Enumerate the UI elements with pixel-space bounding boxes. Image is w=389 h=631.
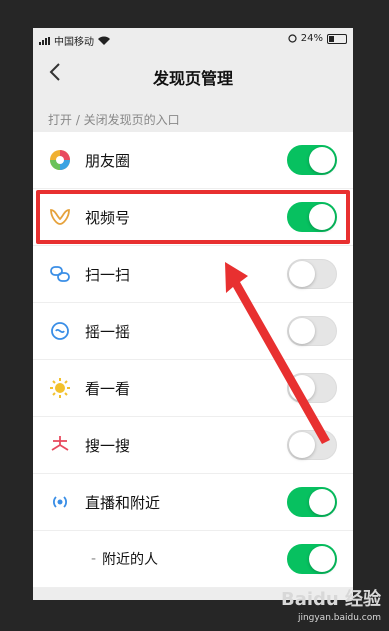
list-item-label: 附近的人: [102, 552, 159, 568]
list-item-scan[interactable]: 扫一扫: [33, 246, 353, 303]
list-item-label: 扫一扫: [85, 265, 131, 284]
list-item-moments[interactable]: 朋友圈: [33, 132, 353, 189]
list-item-live-nearby[interactable]: 直播和附近: [33, 474, 353, 531]
watermark-logo: Baidu 经验: [280, 589, 381, 610]
watermark-url: jingyan.baidu.com: [297, 613, 381, 623]
list-item-people-nearby[interactable]: - 附近的人: [33, 531, 353, 588]
live-icon: [49, 491, 71, 513]
toggle-people-nearby[interactable]: [287, 544, 337, 574]
wifi-icon: [98, 36, 110, 45]
list-item-label: 视频号: [85, 208, 131, 227]
phone-screen: 中国移动 24% 发现页管理 打开 / 关闭发现页的入口 朋友圈 视频号 扫一扫…: [33, 28, 353, 600]
toggle-scan[interactable]: [287, 259, 337, 289]
top-stories-icon: [49, 377, 71, 399]
toggle-live-nearby[interactable]: [287, 487, 337, 517]
list-item-label: 直播和附近: [85, 493, 161, 512]
section-hint: 打开 / 关闭发现页的入口: [48, 113, 180, 127]
battery-percent: 24%: [300, 33, 323, 44]
scan-icon: [49, 263, 71, 285]
list-item-label: 摇一摇: [85, 322, 131, 341]
list-item-label: 搜一搜: [85, 436, 131, 455]
signal-icon: [39, 36, 50, 45]
list-item-label: 朋友圈: [85, 151, 131, 170]
toggle-channels[interactable]: [287, 202, 337, 232]
toggle-moments[interactable]: [287, 145, 337, 175]
search-icon: [49, 434, 71, 456]
shake-icon: [49, 320, 71, 342]
sub-item-prefix: -: [91, 551, 97, 567]
list-item-shake[interactable]: 摇一摇: [33, 303, 353, 360]
channels-icon: [49, 206, 71, 228]
page-title: 发现页管理: [152, 69, 233, 88]
carrier-label: 中国移动: [54, 37, 94, 48]
toggle-top-stories[interactable]: [287, 373, 337, 403]
alarm-icon: [288, 34, 297, 43]
list-item-channels[interactable]: 视频号: [33, 189, 353, 246]
battery-icon: [327, 33, 347, 44]
discover-entry-list: 朋友圈 视频号 扫一扫 摇一摇 看一看 搜一搜 直播和附近 - 附近的人: [33, 132, 353, 588]
nav-bar: 发现页管理: [33, 52, 353, 96]
watermark: Baidu 经验 jingyan.baidu.com: [281, 585, 381, 623]
toggle-search[interactable]: [287, 430, 337, 460]
status-bar: 中国移动 24%: [33, 28, 353, 52]
list-item-label: 看一看: [85, 379, 131, 398]
moments-icon: [49, 149, 71, 171]
toggle-shake[interactable]: [287, 316, 337, 346]
list-item-top-stories[interactable]: 看一看: [33, 360, 353, 417]
list-item-search[interactable]: 搜一搜: [33, 417, 353, 474]
